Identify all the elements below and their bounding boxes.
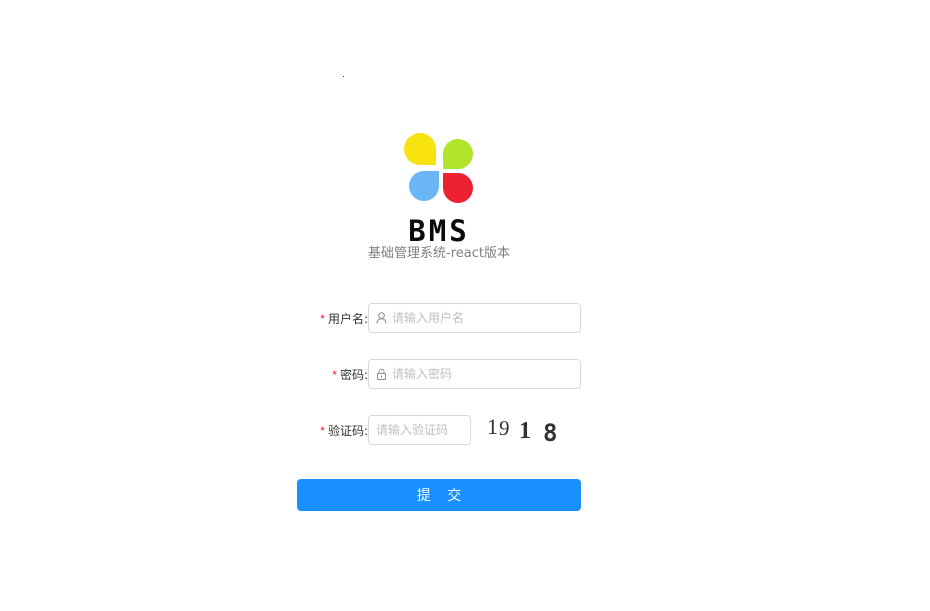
captcha-digit: 1 — [519, 418, 531, 444]
username-label: * 用户名: — [300, 310, 368, 327]
password-row: * 密码: — [300, 358, 581, 390]
captcha-digit: 8 — [543, 419, 558, 447]
required-mark: * — [320, 311, 325, 326]
captcha-label: * 验证码: — [300, 422, 368, 439]
captcha-digit: 9 — [498, 415, 511, 441]
brand-name: BMS — [408, 214, 470, 248]
password-label: * 密码: — [300, 366, 368, 383]
username-label-text: 用户名: — [327, 311, 368, 326]
logo-petal-green — [443, 139, 473, 169]
user-icon — [376, 312, 387, 324]
captcha-image[interactable]: 1 9 1 8 — [484, 412, 564, 448]
required-mark: * — [332, 367, 337, 382]
brand-logo-icon — [404, 133, 473, 203]
lock-icon — [376, 368, 387, 380]
required-mark: * — [320, 423, 325, 438]
logo-petal-red — [443, 173, 473, 203]
captcha-field[interactable] — [368, 415, 471, 445]
username-input[interactable] — [392, 305, 580, 331]
captcha-row: * 验证码: — [300, 414, 471, 446]
captcha-input[interactable] — [376, 417, 470, 443]
password-input[interactable] — [392, 361, 580, 387]
logo-petal-blue — [409, 171, 439, 201]
username-field[interactable] — [368, 303, 581, 333]
username-row: * 用户名: — [300, 302, 581, 334]
login-page: BMS 基础管理系统-react版本 *用户名: *密码: — [0, 0, 930, 611]
stray-dot — [343, 76, 344, 77]
captcha-digit: 1 — [487, 414, 498, 439]
password-field[interactable] — [368, 359, 581, 389]
logo-petal-yellow — [404, 133, 436, 165]
submit-button[interactable]: 提 交 — [297, 479, 581, 511]
captcha-label-text: 验证码: — [327, 423, 368, 438]
password-label-text: 密码: — [339, 367, 368, 382]
brand-subtitle: 基础管理系统-react版本 — [368, 246, 510, 261]
